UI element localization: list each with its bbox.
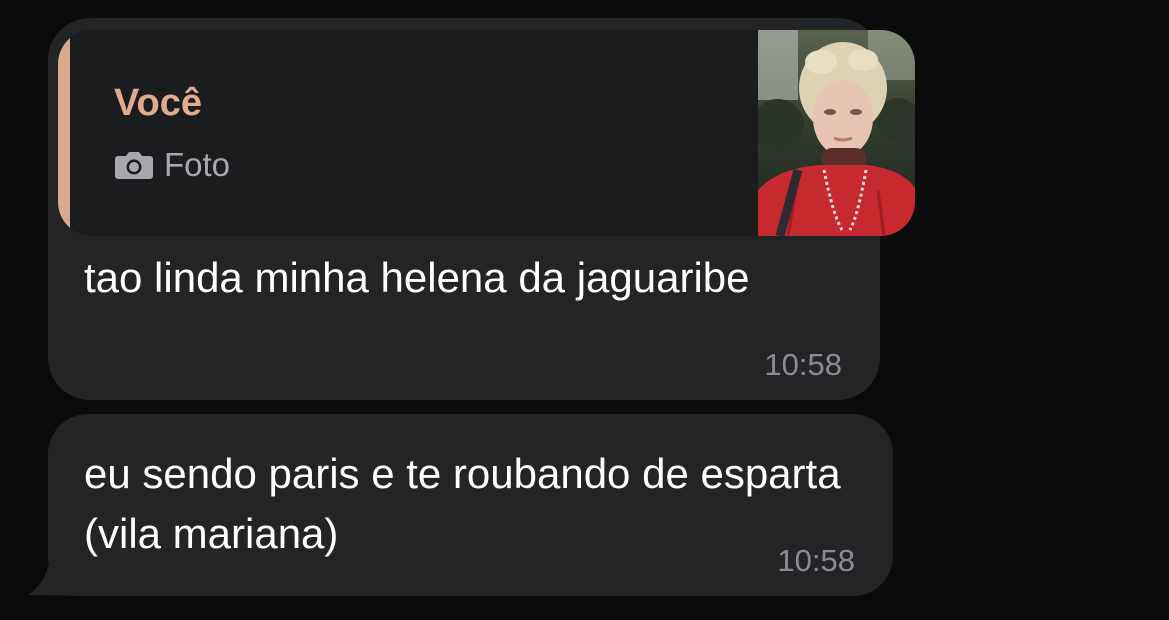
camera-icon bbox=[115, 151, 153, 179]
chat-view: Você Foto tao linda minha helena da jagu… bbox=[0, 0, 1169, 620]
photo-thumbnail[interactable] bbox=[758, 30, 915, 236]
quote-accent-bar bbox=[58, 30, 70, 236]
quote-media-label: Foto bbox=[164, 146, 231, 183]
message-bubble[interactable]: eu sendo paris e te roubando de esparta … bbox=[48, 414, 893, 596]
message-timestamp: 10:58 bbox=[777, 543, 855, 578]
quote-author: Você bbox=[114, 82, 203, 124]
message-bubble[interactable]: Você Foto tao linda minha helena da jagu… bbox=[48, 18, 915, 400]
quoted-reply[interactable]: Você Foto bbox=[58, 30, 915, 236]
message-text: tao linda minha helena da jaguaribe bbox=[84, 254, 750, 301]
photo-thumbnail-image bbox=[758, 30, 915, 236]
quote-media-type: Foto bbox=[114, 148, 230, 181]
message-text: eu sendo paris e te roubando de esparta … bbox=[84, 450, 841, 557]
message-timestamp: 10:58 bbox=[764, 347, 842, 382]
